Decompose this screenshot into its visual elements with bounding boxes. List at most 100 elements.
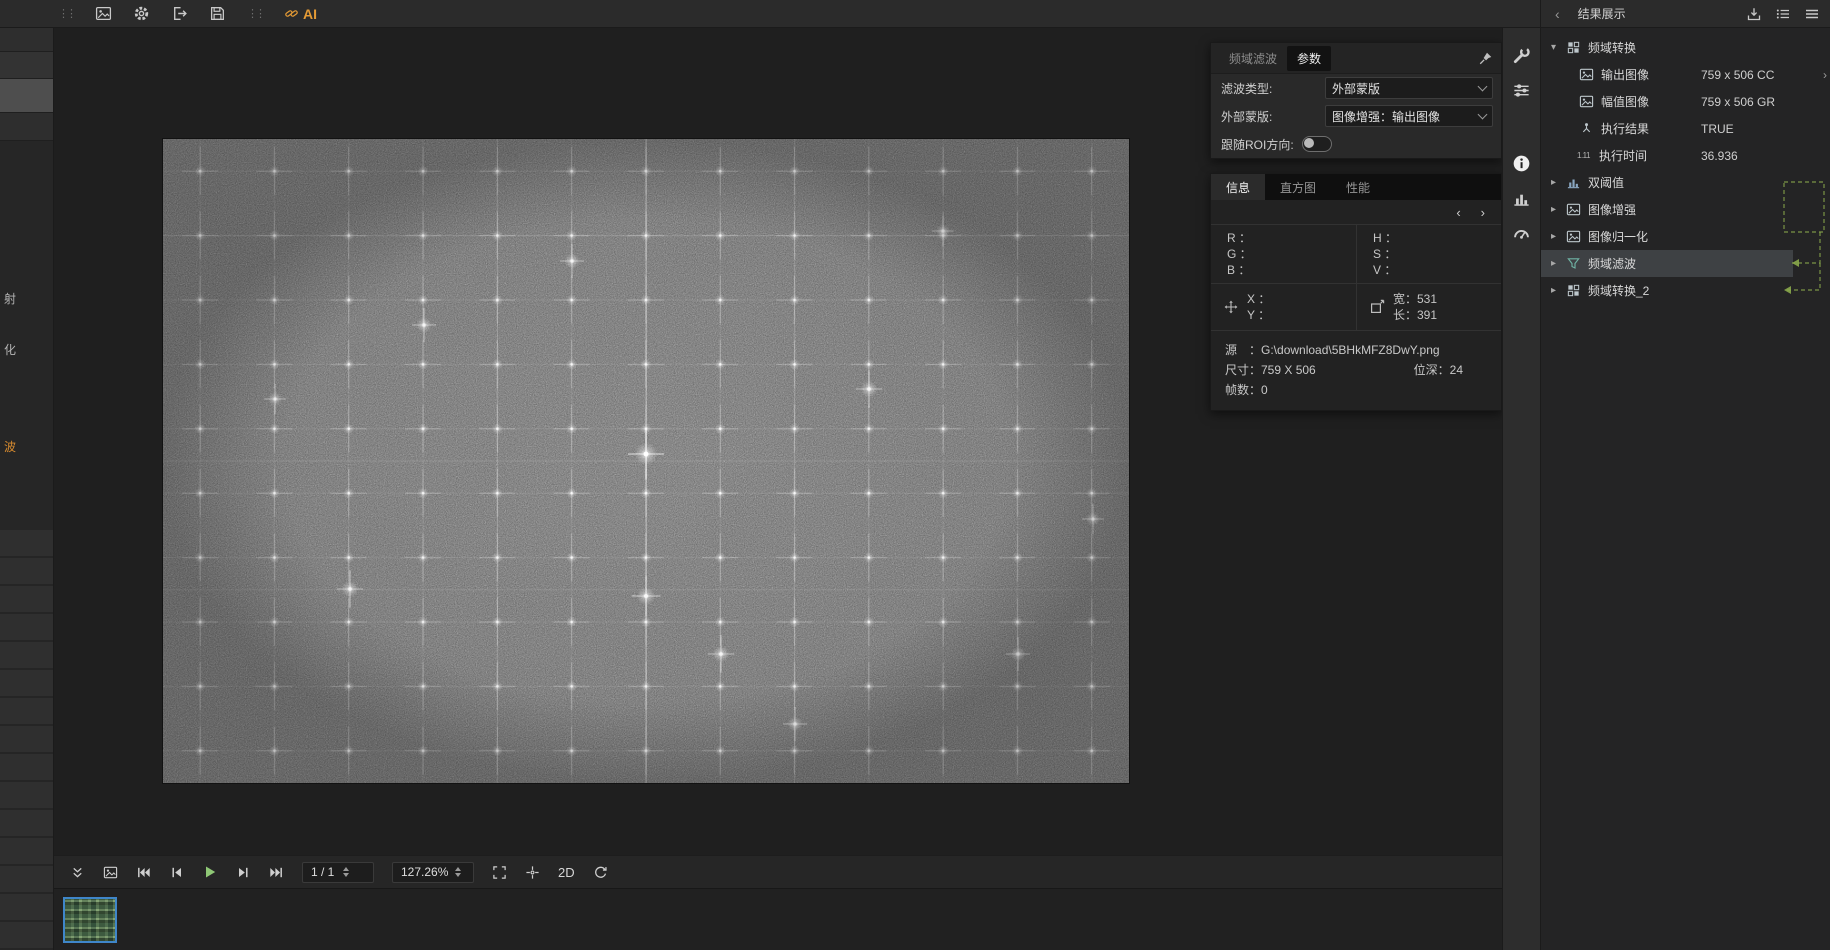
image-source-icon[interactable] <box>103 865 118 880</box>
follow-roi-toggle[interactable] <box>1302 136 1332 152</box>
vision-app-window: ⋮⋮ ⋮⋮ AI ‹ 结果展示 射 化 波 <box>0 0 1830 950</box>
caret-right-icon[interactable]: ▸ <box>1551 204 1564 215</box>
size-depth-line: 尺寸：759 X 506 位深：24 <box>1225 360 1487 380</box>
param-row-follow-roi: 跟随ROI方向: <box>1211 130 1501 158</box>
time-icon: 1.11 <box>1577 151 1594 160</box>
collapse-toolbar-icon[interactable] <box>70 865 85 880</box>
canvas-region: 频域滤波 参数 滤波类型: 外部蒙版 外部蒙版: <box>54 28 1502 950</box>
skip-to-end-icon[interactable] <box>269 865 284 880</box>
tree-label: 频域滤波 <box>1588 255 1636 272</box>
toolbar-grip: ⋮⋮ <box>247 7 263 20</box>
x-value: X ： <box>1247 291 1270 307</box>
b-value: B ： <box>1227 262 1356 278</box>
filter-type-select[interactable]: 外部蒙版 <box>1325 77 1493 99</box>
filter-type-label: 滤波类型: <box>1221 80 1272 97</box>
overflow-chevron-icon[interactable]: › <box>1823 68 1827 82</box>
follow-roi-label: 跟随ROI方向: <box>1221 136 1294 153</box>
tree-node-image-normalize[interactable]: ▸ 图像归一化 <box>1541 223 1830 250</box>
tab-frequency-filter[interactable]: 频域滤波 <box>1219 46 1287 71</box>
tree-leaf-exec-result[interactable]: 执行结果 TRUE <box>1541 115 1830 142</box>
image-tool-icon[interactable] <box>95 5 112 22</box>
bit-depth-value: 位深：24 <box>1414 360 1487 380</box>
fit-to-screen-icon[interactable] <box>492 865 507 880</box>
chevron-down-icon <box>1478 82 1488 92</box>
zoom-value: 127.26% <box>401 865 448 879</box>
tab-parameters[interactable]: 参数 <box>1287 46 1331 71</box>
tree-node-image-enhance[interactable]: ▸ 图像增强 <box>1541 196 1830 223</box>
image-viewport[interactable]: 频域滤波 参数 滤波类型: 外部蒙版 外部蒙版: <box>54 28 1502 855</box>
settings-gear-icon[interactable] <box>133 5 150 22</box>
collapse-panel-chevron[interactable]: ‹ <box>1555 6 1560 22</box>
menu-icon[interactable] <box>1804 6 1820 22</box>
list-view-icon[interactable] <box>1775 6 1791 22</box>
info-panel-tabs: 信息 直方图 性能 <box>1211 174 1501 200</box>
skip-to-start-icon[interactable] <box>136 865 151 880</box>
save-icon[interactable] <box>209 5 226 22</box>
right-tool-strip <box>1502 28 1540 950</box>
zoom-spinner[interactable] <box>455 867 468 877</box>
tab-performance[interactable]: 性能 <box>1331 174 1385 200</box>
page-prev-arrow[interactable]: ‹ <box>1456 205 1460 220</box>
tree-node-double-threshold[interactable]: ▸ 双阈值 <box>1541 169 1830 196</box>
tree-node-freq-transform-2[interactable]: ▸ 频域转换_2 <box>1541 277 1830 304</box>
histogram-panel-icon[interactable] <box>1512 189 1531 208</box>
param-row-filter-type: 滤波类型: 外部蒙版 <box>1211 74 1501 102</box>
caret-down-icon[interactable]: ▾ <box>1551 42 1564 53</box>
caret-right-icon[interactable]: ▸ <box>1551 258 1564 269</box>
frame-spinner[interactable] <box>343 867 368 877</box>
chevron-down-icon <box>1478 110 1488 120</box>
list-item[interactable] <box>0 52 53 79</box>
page-next-arrow[interactable]: › <box>1481 205 1485 220</box>
info-panel-icon[interactable] <box>1512 154 1531 173</box>
pin-icon[interactable] <box>1478 51 1493 66</box>
filter-type-value: 外部蒙版 <box>1332 80 1380 97</box>
param-row-external-mask: 外部蒙版: 图像增强：输出图像 <box>1211 102 1501 130</box>
ai-link-button[interactable]: AI <box>284 6 317 22</box>
fft-spectrum-image[interactable] <box>163 139 1129 783</box>
tree-leaf-magnitude-image[interactable]: 幅值图像 759 x 506 GR <box>1541 88 1830 115</box>
tree-value: 759 x 506 GR <box>1701 95 1775 109</box>
tab-info[interactable]: 信息 <box>1211 174 1265 200</box>
center-crosshair-icon[interactable] <box>525 865 540 880</box>
filter-icon <box>1566 256 1581 271</box>
roi-size-cell: 宽：531 长：391 <box>1356 284 1501 330</box>
source-label: 源 ： <box>1225 343 1261 357</box>
tab-histogram[interactable]: 直方图 <box>1265 174 1331 200</box>
export-results-icon[interactable] <box>1746 6 1762 22</box>
view-mode-2d-button[interactable]: 2D <box>558 865 575 880</box>
zoom-control[interactable]: 127.26% <box>392 862 474 883</box>
list-item-selected[interactable] <box>0 79 53 113</box>
external-mask-select[interactable]: 图像增强：输出图像 <box>1325 105 1493 127</box>
step-forward-icon[interactable] <box>236 865 251 880</box>
external-mask-value: 图像增强：输出图像 <box>1332 108 1440 125</box>
caret-right-icon[interactable]: ▸ <box>1551 285 1564 296</box>
frame-counter[interactable]: 1 / 1 <box>302 862 374 883</box>
s-value: S ： <box>1373 246 1501 262</box>
external-mask-label: 外部蒙版: <box>1221 108 1272 125</box>
step-back-icon[interactable] <box>169 865 184 880</box>
tree-leaf-exec-time[interactable]: 1.11 执行时间 36.936 <box>1541 142 1830 169</box>
clipped-step-label: 射 <box>4 290 16 307</box>
tree-node-freq-transform[interactable]: ▾ 频域转换 <box>1541 34 1830 61</box>
caret-right-icon[interactable]: ▸ <box>1551 231 1564 242</box>
rgb-column: R ： G ： B ： <box>1211 225 1356 283</box>
y-value: Y ： <box>1247 307 1270 323</box>
list-item[interactable] <box>0 113 53 141</box>
export-icon[interactable] <box>171 5 188 22</box>
source-image-thumbnail-selected[interactable] <box>63 897 117 943</box>
frames-line: 帧数：0 <box>1225 380 1487 400</box>
list-item[interactable] <box>0 28 53 52</box>
wrench-tools-icon[interactable] <box>1512 46 1531 65</box>
link-icon <box>284 6 299 21</box>
play-icon[interactable] <box>202 864 218 880</box>
position-size-row: X ： Y ： 宽：531 长：391 <box>1211 284 1501 331</box>
tree-leaf-output-image[interactable]: 输出图像 759 x 506 CC › <box>1541 61 1830 88</box>
tree-label: 频域转换_2 <box>1588 282 1649 299</box>
v-value: V ： <box>1373 262 1501 278</box>
tree-node-freq-filter-selected[interactable]: ▸ 频域滤波 <box>1541 250 1830 277</box>
clipped-step-label: 化 <box>4 341 16 358</box>
caret-right-icon[interactable]: ▸ <box>1551 177 1564 188</box>
performance-gauge-icon[interactable] <box>1512 224 1531 243</box>
sliders-settings-icon[interactable] <box>1512 81 1531 100</box>
refresh-loop-icon[interactable] <box>593 865 608 880</box>
